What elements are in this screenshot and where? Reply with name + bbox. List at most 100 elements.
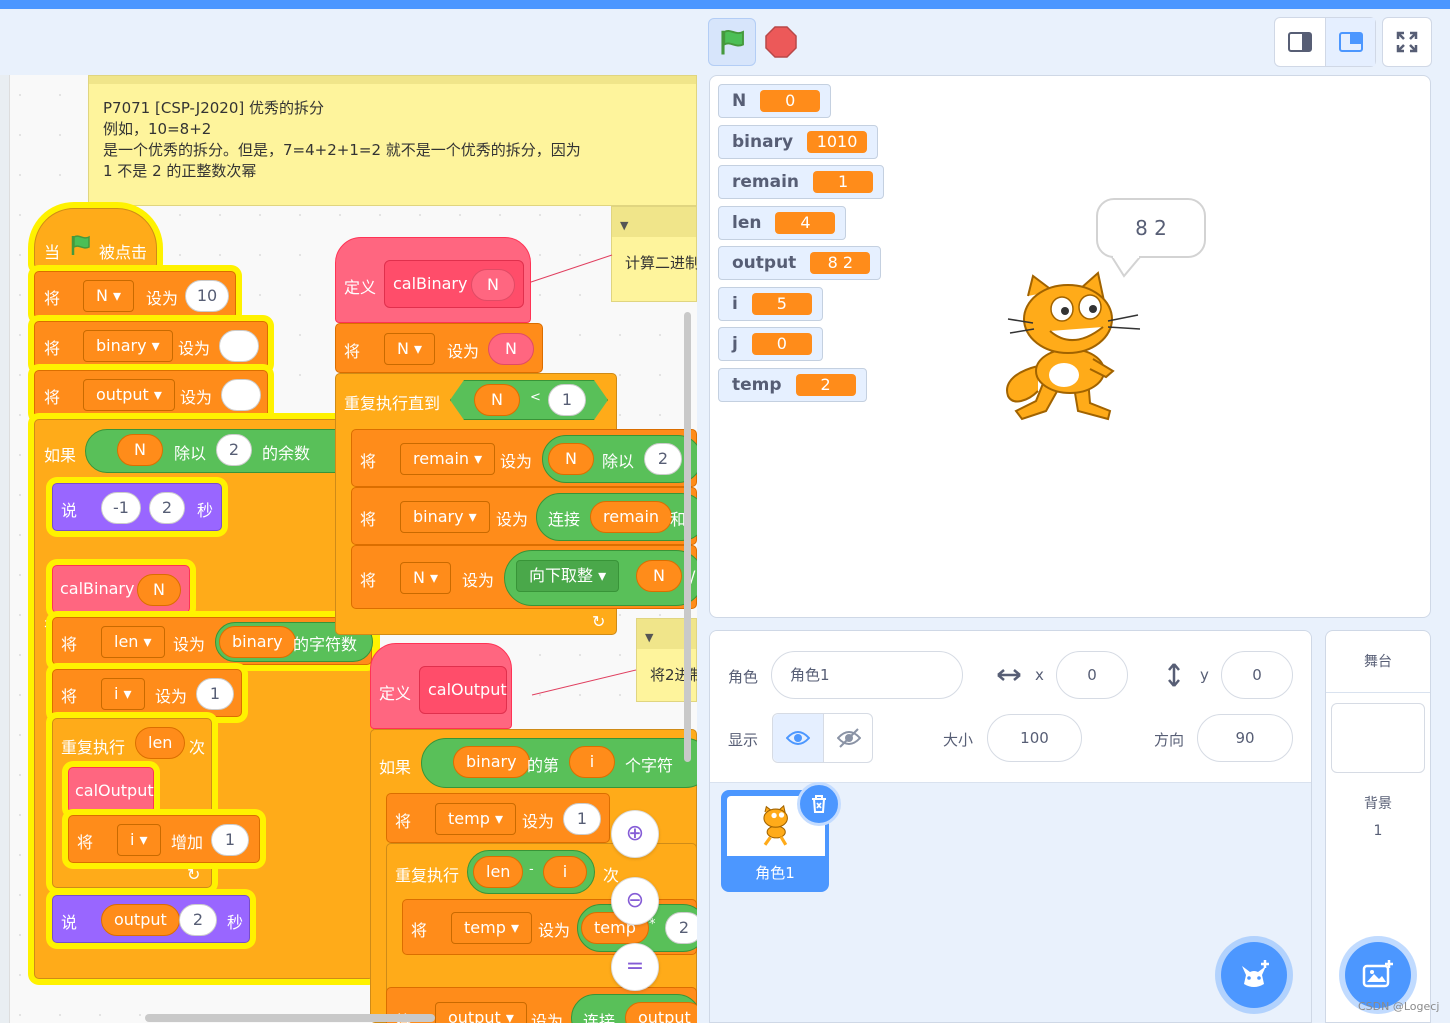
prototype-block[interactable]: calBinary N xyxy=(384,260,524,308)
variable-dropdown[interactable]: temp ▾ xyxy=(451,912,532,944)
set-variable-block[interactable]: 将 output ▾ 设为 xyxy=(34,370,268,418)
reporter-i[interactable]: i xyxy=(569,746,615,778)
set-variable-block[interactable]: 将 N ▾ 设为 10 xyxy=(34,271,236,319)
chevron-down-icon[interactable]: ▼ xyxy=(620,215,628,236)
variable-dropdown[interactable]: output ▾ xyxy=(83,379,175,411)
variable-dropdown[interactable]: binary ▾ xyxy=(400,501,490,533)
param-N[interactable]: N xyxy=(488,333,534,365)
reporter-N[interactable]: N xyxy=(117,434,163,466)
set-variable-block[interactable]: 将 len ▾ 设为 binary 的字符数 xyxy=(52,617,373,665)
floor-dropdown[interactable]: 向下取整 ▾ xyxy=(516,560,620,592)
comment-note-binary[interactable]: ▼ 计算二进制 xyxy=(611,206,697,302)
param-N[interactable]: N xyxy=(471,269,515,301)
call-calOutput-block[interactable]: calOutput xyxy=(68,767,154,813)
variable-monitor[interactable]: binary 1010 xyxy=(718,125,879,159)
variable-monitor[interactable]: remain 1 xyxy=(718,165,885,199)
value-input[interactable]: 2 xyxy=(216,434,252,466)
y-input[interactable]: 0 xyxy=(1221,651,1293,699)
reporter-i[interactable]: i xyxy=(543,856,587,888)
reporter-binary[interactable]: binary xyxy=(453,746,530,778)
zoom-out-button[interactable]: ⊖ xyxy=(611,877,659,925)
green-flag-button[interactable] xyxy=(708,18,756,66)
set-variable-block[interactable]: 将 i ▾ 设为 1 xyxy=(52,669,242,717)
variable-dropdown[interactable]: remain ▾ xyxy=(400,443,496,475)
value-input[interactable]: -1 xyxy=(101,492,141,524)
variable-dropdown[interactable]: temp ▾ xyxy=(435,803,516,835)
prototype-block[interactable]: calOutput xyxy=(419,666,507,714)
fullscreen-button[interactable] xyxy=(1382,17,1432,67)
code-workspace[interactable]: P7071 [CSP-J2020] 优秀的拆分 例如，10=8+2 是一个优秀的… xyxy=(0,75,697,1023)
set-variable-block[interactable]: 将 binary ▾ 设为 连接 remain 和 xyxy=(351,487,697,545)
reporter-N[interactable]: N xyxy=(636,560,682,592)
value-input[interactable]: 10 xyxy=(185,280,229,312)
sprite-name-input[interactable]: 角色1 xyxy=(771,651,963,699)
variable-dropdown[interactable]: len ▾ xyxy=(101,626,165,658)
horizontal-scrollbar[interactable] xyxy=(145,1014,435,1022)
value-input[interactable]: 1 xyxy=(563,803,601,835)
variable-dropdown[interactable]: N ▾ xyxy=(83,280,135,312)
variable-dropdown[interactable]: N ▾ xyxy=(400,562,452,594)
reporter-N[interactable]: N xyxy=(137,574,181,606)
reporter-len[interactable]: len xyxy=(473,856,524,888)
value-input[interactable]: 1 xyxy=(211,824,249,856)
cat-sprite[interactable] xyxy=(998,271,1148,426)
hide-button[interactable] xyxy=(823,714,873,762)
stop-button[interactable] xyxy=(765,26,797,58)
value-input[interactable]: 2 xyxy=(665,912,697,944)
value-input[interactable] xyxy=(221,379,261,411)
set-variable-block[interactable]: 将 temp ▾ 设为 1 xyxy=(386,793,610,843)
variable-monitor[interactable]: temp 2 xyxy=(718,368,867,402)
choose-backdrop-button[interactable] xyxy=(1345,942,1411,1008)
variable-dropdown[interactable]: output ▾ xyxy=(435,1002,527,1023)
reporter-N[interactable]: N xyxy=(548,443,594,475)
delete-sprite-button[interactable] xyxy=(797,782,841,826)
say-for-secs-block[interactable]: 说 -1 2 秒 xyxy=(52,483,222,531)
value-input[interactable]: 2 xyxy=(149,492,185,524)
reporter-len[interactable]: len xyxy=(135,727,186,759)
reporter-N[interactable]: N xyxy=(474,384,520,416)
change-variable-block[interactable]: 将 i ▾ 增加 1 xyxy=(68,815,260,863)
large-stage-button[interactable] xyxy=(1325,18,1375,66)
comment-bar[interactable] xyxy=(89,76,696,84)
size-input[interactable]: 100 xyxy=(987,714,1082,762)
variable-monitor[interactable]: i5 xyxy=(718,287,823,321)
reporter-output[interactable]: output xyxy=(101,904,180,936)
define-calOutput-block[interactable]: 定义 calOutput xyxy=(370,643,512,729)
value-input[interactable]: 1 xyxy=(548,384,586,416)
variable-dropdown[interactable]: N ▾ xyxy=(384,333,436,365)
vertical-scrollbar[interactable] xyxy=(684,312,691,762)
variable-monitor[interactable]: len 4 xyxy=(718,206,847,240)
variable-monitor[interactable]: output 8 2 xyxy=(718,246,882,280)
value-input[interactable]: 2 xyxy=(179,904,217,936)
value-input[interactable]: 2 xyxy=(644,443,682,475)
set-variable-block[interactable]: 将 N ▾ 设为 向下取整 ▾ N / xyxy=(351,545,697,609)
small-stage-button[interactable] xyxy=(1275,18,1325,66)
x-input[interactable]: 0 xyxy=(1056,651,1128,699)
say-for-secs-block[interactable]: 说 output 2 秒 xyxy=(52,895,250,943)
backdrop-thumbnail[interactable] xyxy=(1331,703,1425,773)
reporter-remain[interactable]: remain xyxy=(590,501,673,533)
chevron-down-icon[interactable]: ▼ xyxy=(645,627,653,648)
variable-monitor[interactable]: j0 xyxy=(718,327,823,361)
set-variable-block[interactable]: 将 N ▾ 设为 N xyxy=(335,323,543,373)
show-button[interactable] xyxy=(773,714,823,762)
zoom-in-button[interactable]: ⊕ xyxy=(611,810,659,858)
value-input[interactable] xyxy=(219,330,259,362)
value-input[interactable]: 1 xyxy=(196,678,234,710)
when-flag-clicked-block[interactable]: 当 被点击 xyxy=(34,208,157,268)
define-calBinary-block[interactable]: 定义 calBinary N xyxy=(335,237,531,323)
choose-sprite-button[interactable] xyxy=(1221,942,1287,1008)
variable-dropdown[interactable]: binary ▾ xyxy=(83,330,173,362)
comment-note[interactable]: P7071 [CSP-J2020] 优秀的拆分 例如，10=8+2 是一个优秀的… xyxy=(88,75,697,206)
zoom-reset-button[interactable]: = xyxy=(611,943,659,991)
set-variable-block[interactable]: 将 remain ▾ 设为 N 除以 2 xyxy=(351,429,697,487)
direction-input[interactable]: 90 xyxy=(1197,714,1293,762)
reporter-output[interactable]: output xyxy=(625,1002,697,1023)
reporter-binary[interactable]: binary xyxy=(219,626,296,658)
visibility-toggle[interactable] xyxy=(772,713,873,763)
call-calBinary-block[interactable]: calBinary N xyxy=(52,565,190,613)
set-variable-block[interactable]: 将 binary ▾ 设为 xyxy=(34,321,268,369)
variable-monitor[interactable]: N0 xyxy=(718,84,832,118)
stage-canvas[interactable]: N0 binary 1010 remain 1 len 4 output 8 2 i5 … xyxy=(709,75,1431,618)
variable-dropdown[interactable]: i ▾ xyxy=(101,678,145,710)
